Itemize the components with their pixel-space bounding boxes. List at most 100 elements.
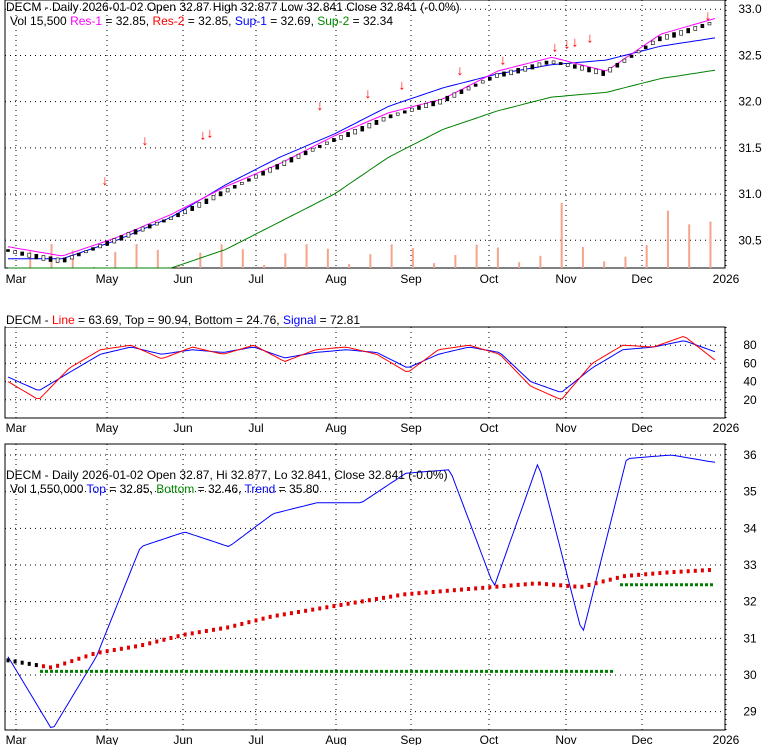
price-mark bbox=[219, 626, 223, 631]
price-mark bbox=[622, 574, 626, 579]
chart-container: 33.0 32.5 32.0 31.5 31.0 30.5 Mar May Jun Jul Aug S… bbox=[0, 0, 780, 745]
candle bbox=[261, 170, 265, 176]
price-mark bbox=[70, 659, 74, 664]
candle bbox=[672, 32, 676, 38]
price-mark bbox=[91, 652, 95, 657]
price-mark bbox=[289, 611, 293, 616]
sell-arrow-icon: ↓ bbox=[399, 77, 406, 93]
price-mark bbox=[134, 644, 138, 649]
y-tick-label: 32.0 bbox=[738, 95, 762, 109]
candle bbox=[544, 60, 549, 65]
y-tick-label: 29 bbox=[743, 705, 757, 719]
y-tick-label: 60 bbox=[743, 356, 757, 370]
stoch-line bbox=[7, 335, 716, 400]
volume-bar bbox=[369, 254, 372, 268]
candle bbox=[346, 132, 350, 138]
price-mark bbox=[523, 582, 527, 587]
price-mark bbox=[403, 592, 407, 597]
price-mark bbox=[41, 664, 45, 669]
candle bbox=[62, 257, 67, 263]
candle bbox=[360, 126, 365, 132]
price-mark bbox=[325, 605, 329, 610]
y-tick-label: 30 bbox=[743, 668, 757, 682]
candle bbox=[608, 67, 613, 73]
res1-label: Res-1 bbox=[70, 14, 103, 28]
candle bbox=[402, 110, 407, 114]
price-mark bbox=[141, 643, 145, 648]
volume-bar bbox=[454, 255, 457, 268]
x-tick-label: Jul bbox=[248, 733, 263, 745]
candle bbox=[140, 226, 145, 232]
price-mark bbox=[98, 650, 102, 655]
price-mark bbox=[644, 572, 648, 577]
price-mark bbox=[311, 607, 315, 612]
candle bbox=[98, 244, 102, 249]
candle bbox=[622, 58, 627, 63]
price-mark bbox=[601, 579, 605, 584]
price-mark bbox=[559, 583, 563, 588]
candle bbox=[268, 167, 272, 173]
price-mark bbox=[332, 604, 336, 609]
price-mark bbox=[197, 630, 201, 635]
candle bbox=[317, 144, 322, 148]
x-tick-label: May bbox=[96, 421, 119, 435]
bottom-value: = 32.46, bbox=[194, 482, 245, 496]
chart-canvas: 33.0 32.5 32.0 31.5 31.0 30.5 Mar May Jun Jul Aug S… bbox=[4, 0, 762, 745]
sup1-value: = 32.69, bbox=[266, 14, 318, 28]
price-mark bbox=[630, 573, 634, 578]
candle bbox=[240, 181, 244, 185]
candle bbox=[310, 147, 315, 152]
price-mark bbox=[77, 656, 81, 661]
volume-bar bbox=[560, 202, 563, 268]
top-value: = 32.85, bbox=[105, 482, 157, 496]
price-mark bbox=[360, 599, 364, 604]
x-tick-label: Dec bbox=[631, 421, 652, 435]
candle bbox=[332, 138, 336, 142]
candle bbox=[232, 184, 237, 189]
candle bbox=[6, 249, 10, 252]
price-mark bbox=[261, 616, 265, 621]
price-mark bbox=[552, 582, 556, 587]
candle bbox=[91, 247, 95, 251]
candle bbox=[558, 62, 563, 66]
price-mark bbox=[34, 663, 38, 668]
candle bbox=[126, 232, 131, 238]
candle bbox=[381, 116, 386, 122]
candle bbox=[20, 251, 24, 256]
panel3-title: DECM - Daily 2026-01-02 Open 32.87, Hi 3… bbox=[6, 468, 448, 482]
x-tick-label: Mar bbox=[6, 421, 27, 435]
candle bbox=[650, 40, 655, 46]
sup2-label: Sup-2 bbox=[317, 14, 350, 28]
price-mark bbox=[608, 577, 612, 582]
candle bbox=[466, 86, 471, 91]
signal-label: Signal bbox=[282, 313, 317, 327]
price-mark bbox=[672, 570, 676, 575]
price-mark bbox=[13, 659, 17, 664]
candle bbox=[190, 205, 195, 211]
x-tick-label: Oct bbox=[480, 272, 499, 286]
candle bbox=[162, 219, 166, 223]
price-mark bbox=[304, 608, 308, 613]
x-tick-label: Nov bbox=[555, 272, 576, 286]
candle bbox=[636, 50, 641, 54]
candle bbox=[197, 202, 202, 208]
candle bbox=[480, 80, 485, 84]
sell-arrow-icon: ↓ bbox=[500, 51, 507, 67]
price-mark bbox=[700, 568, 704, 573]
volume-bar bbox=[348, 264, 351, 268]
candle bbox=[424, 103, 428, 108]
x-tick-label: Dec bbox=[631, 272, 652, 286]
price-mark bbox=[183, 632, 187, 637]
volume-bar bbox=[135, 244, 138, 268]
candle bbox=[495, 73, 499, 78]
volume-bar bbox=[156, 249, 159, 268]
price-mark bbox=[438, 589, 442, 594]
sell-arrow-icon: ↓ bbox=[564, 35, 571, 51]
volume-bar bbox=[50, 244, 53, 268]
price-mark bbox=[615, 575, 619, 580]
x-tick-label: 2026 bbox=[713, 733, 740, 745]
price-mark bbox=[84, 654, 88, 659]
price-mark bbox=[693, 568, 697, 573]
price-mark bbox=[651, 571, 655, 576]
candle bbox=[119, 235, 124, 241]
